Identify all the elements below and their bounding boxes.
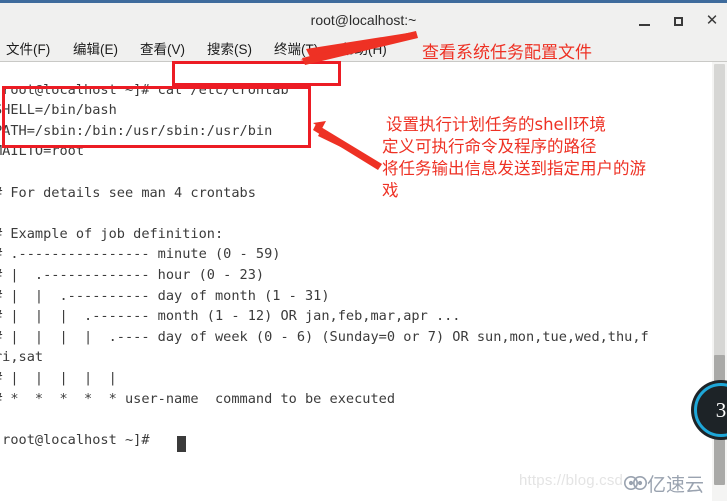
menu-item-help[interactable]: 帮助(H) <box>341 39 387 60</box>
menu-item-view[interactable]: 查看(V) <box>140 39 185 60</box>
watermark-url: https://blog.csd <box>519 472 624 489</box>
annotation-box-variables <box>2 86 311 148</box>
terminal-scrollbar-thumb-upper[interactable] <box>714 64 725 404</box>
watermark-brand: 亿速云 <box>647 474 705 496</box>
menu-item-edit[interactable]: 编辑(E) <box>73 39 118 60</box>
terminal-cursor <box>177 436 186 452</box>
maximize-button[interactable] <box>668 11 688 31</box>
minimize-icon <box>638 23 650 26</box>
step-badge: 3 <box>694 383 727 437</box>
close-button[interactable]: ✕ <box>702 11 722 31</box>
maximize-icon <box>673 17 683 27</box>
annotation-box-command <box>172 61 341 86</box>
annotation-note-2: 定义可执行命令及程序的路径 <box>382 137 597 156</box>
menubar: 文件(F) 编辑(E) 查看(V) 搜索(S) 终端(T) 帮助(H) <box>0 37 727 62</box>
minimize-button[interactable] <box>634 11 654 31</box>
annotation-top-note: 查看系统任务配置文件 <box>422 43 592 63</box>
menu-item-file[interactable]: 文件(F) <box>6 39 50 60</box>
window-titlebar: root@localhost:~ ✕ <box>0 0 727 37</box>
window-title: root@localhost:~ <box>310 12 417 28</box>
annotation-note-3: 将任务输出信息发送到指定用户的游 <box>382 159 646 178</box>
cloud-logo-icon <box>624 476 647 490</box>
menu-item-terminal[interactable]: 终端(T) <box>274 39 318 60</box>
step-badge-number: 3 <box>715 398 727 422</box>
terminal-window: root@localhost:~ ✕ 文件(F) 编辑(E) 查看(V) 搜索(… <box>0 0 727 501</box>
menu-item-search[interactable]: 搜索(S) <box>207 39 252 60</box>
annotation-note-4: 戏 <box>382 181 399 200</box>
annotation-note-1: 设置执行计划任务的shell环境 <box>386 115 606 134</box>
